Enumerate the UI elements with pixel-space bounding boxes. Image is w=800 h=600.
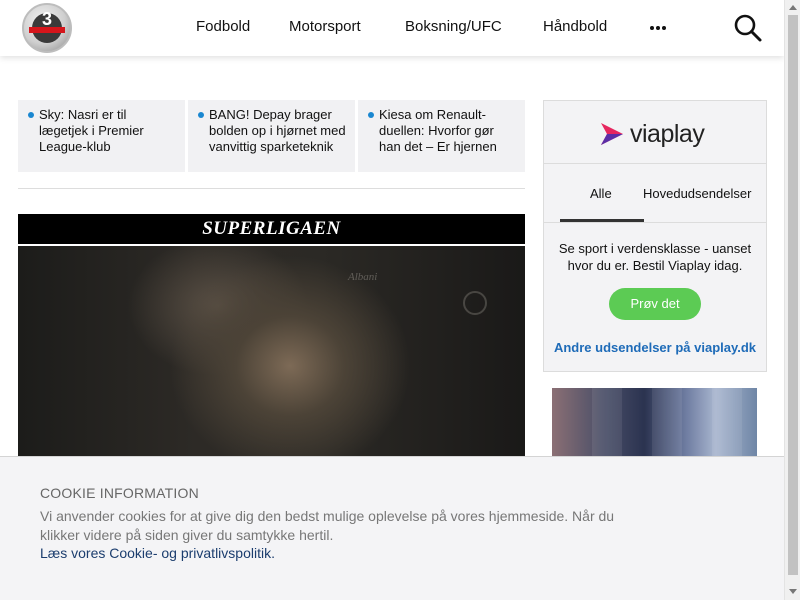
promo-image[interactable] [552, 388, 757, 458]
nav-item-haandbold[interactable]: Håndbold [543, 18, 607, 35]
news-item-text: Sky: Nasri er til lægetjek i Premier Lea… [39, 107, 144, 154]
section-divider [18, 188, 525, 189]
news-item[interactable]: Kiesa om Renault-duellen: Hvorfor gør ha… [358, 100, 525, 172]
jersey-text: Albani [348, 271, 378, 283]
news-item[interactable]: BANG! Depay brager bolden op i hjørnet m… [188, 100, 355, 172]
cookie-banner: COOKIE INFORMATION Vi anvender cookies f… [0, 456, 784, 600]
site-header: 3 Fodbold Motorsport Boksning/UFC Håndbo… [0, 0, 784, 56]
news-item-text: BANG! Depay brager bolden op i hjørnet m… [209, 107, 346, 154]
site-logo[interactable]: 3 [22, 3, 72, 53]
search-icon[interactable] [733, 13, 763, 43]
try-viaplay-button[interactable]: Prøv det [609, 288, 701, 320]
viaplay-play-icon [601, 123, 623, 145]
tab-hovedudsendelser[interactable]: Hovedudsendelser [643, 186, 751, 201]
viaplay-more-link[interactable]: Andre udsendelser på viaplay.dk [544, 340, 766, 355]
nav-item-boksning[interactable]: Boksning/UFC [405, 18, 502, 35]
cookie-title: COOKIE INFORMATION [40, 485, 199, 501]
nav-item-fodbold[interactable]: Fodbold [196, 18, 250, 35]
more-dots-icon[interactable] [650, 26, 666, 30]
viaplay-widget: viaplay Alle Hovedudsendelser Se sport i… [543, 100, 767, 372]
viaplay-wordmark: viaplay [630, 120, 705, 148]
scroll-thumb[interactable] [788, 15, 798, 575]
divider [544, 222, 766, 223]
cookie-text: Vi anvender cookies for at give dig den … [40, 508, 615, 543]
bullet-dot-icon [28, 112, 34, 118]
news-item[interactable]: Sky: Nasri er til lægetjek i Premier Lea… [18, 100, 185, 172]
news-item-text: Kiesa om Renault-duellen: Hvorfor gør ha… [379, 107, 497, 154]
category-label[interactable]: SUPERLIGAEN [18, 214, 525, 244]
cookie-policy-link[interactable]: Læs vores Cookie- og privatlivspolitik. [40, 545, 275, 561]
logo-text: 3 [41, 9, 52, 29]
divider [544, 163, 766, 164]
page-scrollbar[interactable] [784, 0, 800, 600]
nav-item-motorsport[interactable]: Motorsport [289, 18, 361, 35]
feature-image[interactable]: Albani [18, 246, 525, 466]
bullet-dot-icon [368, 112, 374, 118]
bullet-dot-icon [198, 112, 204, 118]
scroll-up-arrow-icon[interactable] [789, 5, 797, 10]
jersey-badge [463, 291, 487, 315]
scroll-down-arrow-icon[interactable] [789, 589, 797, 594]
viaplay-promo-text: Se sport i verdensklasse - uanset hvor d… [558, 241, 752, 273]
tab-alle[interactable]: Alle [590, 186, 612, 201]
